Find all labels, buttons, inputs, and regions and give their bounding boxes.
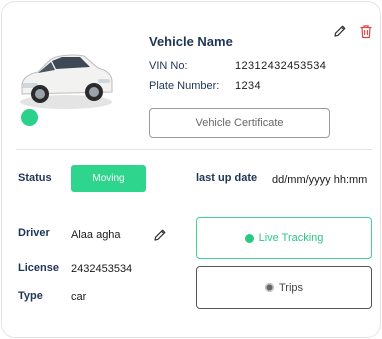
driver-value: Alaa agha: [71, 229, 121, 241]
type-value: car: [71, 291, 87, 303]
trash-icon: [360, 24, 372, 38]
status-label: Status: [18, 172, 52, 184]
type-label: Type: [18, 290, 43, 302]
online-status-indicator: [21, 109, 38, 126]
plate-value: 1234: [235, 80, 262, 92]
status-badge: Moving: [71, 165, 146, 192]
pencil-icon: [334, 25, 346, 37]
pencil-icon: [154, 229, 166, 241]
delete-vehicle-button[interactable]: [357, 22, 375, 40]
vin-label: VIN No:: [149, 60, 188, 72]
trips-button[interactable]: Trips: [196, 266, 372, 309]
vehicle-certificate-button[interactable]: Vehicle Certificate: [149, 108, 330, 138]
live-tracking-label: Live Tracking: [258, 232, 324, 244]
car-image: [16, 42, 116, 114]
live-tracking-radio-icon: [244, 233, 254, 243]
plate-label: Plate Number:: [149, 80, 220, 92]
edit-driver-button[interactable]: [151, 226, 169, 244]
license-label: License: [18, 262, 59, 274]
vin-value: 12312432453534: [235, 60, 327, 72]
last-update-label: last up date: [196, 172, 258, 184]
trips-radio-icon: [264, 283, 274, 292]
vehicle-card: Vehicle Name VIN No: 12312432453534 Plat…: [1, 1, 381, 338]
edit-vehicle-button[interactable]: [331, 22, 349, 40]
live-tracking-button[interactable]: Live Tracking: [196, 217, 372, 259]
last-update-value: dd/mm/yyyy hh:mm: [272, 174, 368, 186]
section-divider: [16, 149, 372, 150]
vehicle-name: Vehicle Name: [149, 34, 233, 49]
license-value: 2432453534: [71, 263, 133, 275]
trips-label: Trips: [278, 281, 304, 294]
driver-label: Driver: [18, 227, 50, 239]
